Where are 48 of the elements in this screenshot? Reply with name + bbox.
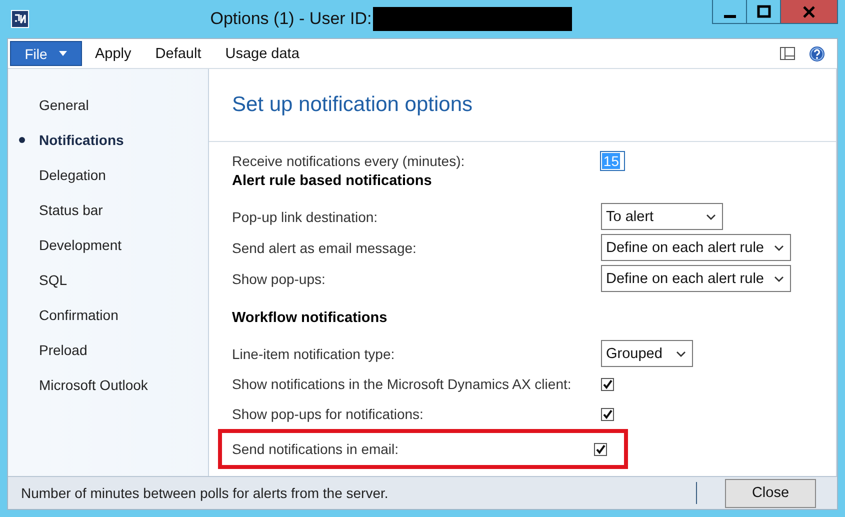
checkbox[interactable] <box>601 378 614 390</box>
field-label: Send notifications in email: <box>232 441 400 457</box>
sidebar-item[interactable]: General <box>39 96 89 112</box>
sidebar-item[interactable]: SQL <box>39 272 68 288</box>
help-icon[interactable] <box>809 46 825 62</box>
sidebar-item[interactable]: Notifications <box>39 132 124 148</box>
menu-item[interactable]: Default <box>144 46 212 62</box>
menu-item[interactable]: Usage data <box>214 46 310 62</box>
sidebar-item[interactable]: Status bar <box>39 202 103 218</box>
close-dialog-button[interactable]: Close <box>725 478 816 508</box>
minimize-button[interactable] <box>712 0 747 24</box>
field-label: Line-item notification type: <box>232 346 396 362</box>
page-title: Set up notification options <box>231 92 474 116</box>
maximize-icon <box>756 4 770 18</box>
field-label: Show pop-ups: <box>232 270 326 286</box>
close-button[interactable] <box>780 0 838 24</box>
field-label: Show pop-ups for notifications: <box>232 406 424 422</box>
file-menu-button[interactable]: File <box>10 41 82 66</box>
section-heading: Alert rule based notifications <box>231 173 433 191</box>
window-title: Options (1) - User ID: <box>210 9 372 29</box>
chevron-icon <box>774 244 784 250</box>
checkbox[interactable] <box>594 442 607 456</box>
dropdown[interactable]: Grouped <box>601 340 693 367</box>
bullet-icon <box>19 137 25 143</box>
sidebar-item[interactable]: Confirmation <box>39 306 118 322</box>
field-label: Receive notifications every (minutes): <box>232 153 466 169</box>
chevron-icon <box>676 350 686 356</box>
minimize-icon <box>724 14 736 18</box>
section-heading: Workflow notifications <box>231 310 388 328</box>
dropdown[interactable]: To alert <box>601 203 723 230</box>
field-label: Send alert as email message: <box>232 240 418 256</box>
chevron-icon <box>706 214 716 220</box>
checkbox[interactable] <box>601 408 614 420</box>
dropdown[interactable]: Define on each alert rule <box>601 265 791 292</box>
app-logo-icon <box>11 10 29 28</box>
menu-item[interactable]: Apply <box>84 46 142 62</box>
sidebar-item[interactable]: Preload <box>39 342 88 358</box>
field-label: Show notifications in the Microsoft Dynamics AX client: <box>232 376 572 392</box>
chevron-icon <box>774 276 784 282</box>
panel-icon[interactable] <box>780 47 795 60</box>
status-text: Number of minutes between polls for alerts from the server. <box>20 485 388 501</box>
sidebar-item[interactable]: Delegation <box>39 166 106 182</box>
sidebar-item[interactable]: Microsoft Outlook <box>39 376 148 392</box>
dropdown[interactable]: Define on each alert rule <box>601 234 791 261</box>
field-label: Pop-up link destination: <box>232 208 379 224</box>
sidebar-item[interactable]: Development <box>39 236 122 252</box>
caret-icon <box>59 51 68 56</box>
close-icon <box>802 4 816 18</box>
